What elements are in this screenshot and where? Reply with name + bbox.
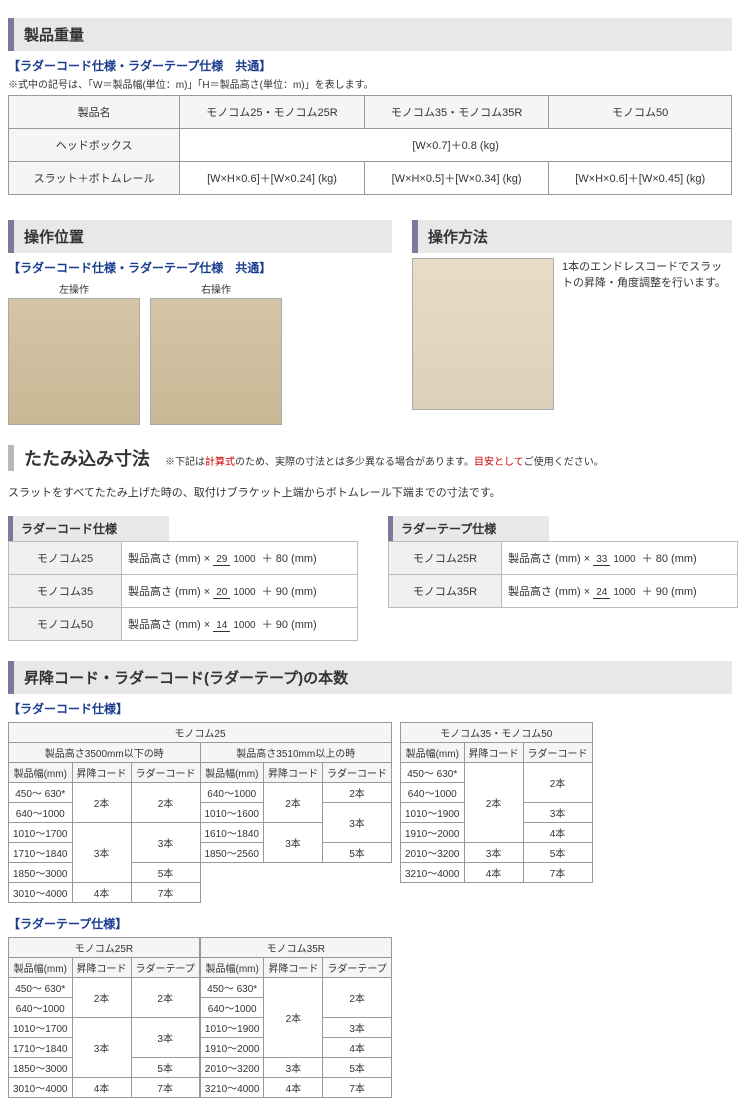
th: モノコム50 <box>549 96 732 129</box>
m35-50-table: モノコム35・モノコム50 製品幅(mm)昇降コードラダーコード 450～ 63… <box>400 722 593 883</box>
row-label: スラット＋ボトムレール <box>9 162 180 195</box>
formula-name: モノコム35 <box>9 575 122 608</box>
formula-cell: 製品高さ (mm) × 141000 ＋ 90 (mm) <box>122 608 358 641</box>
fold-desc: スラットをすべてたたみ上げた時の、取付けブラケット上端からボトムレール下端までの… <box>8 484 732 500</box>
m25-table: モノコム25 製品高さ3500mm以下の時 製品高さ3510mm以上の時 製品幅… <box>8 722 392 903</box>
fold-subtitle: ※下記は計算式のため、実際の寸法とは多少異なる場合があります。目安としてご使用く… <box>165 457 604 468</box>
th: モノコム25・モノコム25R <box>180 96 365 129</box>
formula-cell: 製品高さ (mm) × 241000 ＋ 90 (mm) <box>502 575 738 608</box>
count-cord-sub: 【ラダーコード仕様】 <box>8 700 732 717</box>
formula-name: モノコム35R <box>389 575 502 608</box>
blind-image-left <box>8 298 140 425</box>
op-method-desc: 1本のエンドレスコードでスラットの昇降・角度調整を行います。 <box>562 258 732 410</box>
section-fold-title: たたみ込み寸法 ※下記は計算式のため、実際の寸法とは多少異なる場合があります。目… <box>8 445 604 471</box>
cell: [W×0.7]＋0.8 (kg) <box>180 129 732 162</box>
formula-name: モノコム25R <box>389 542 502 575</box>
op-pos-sub: 【ラダーコード仕様・ラダーテープ仕様 共通】 <box>8 259 392 276</box>
count-tape-sub: 【ラダーテープ仕様】 <box>8 915 732 932</box>
section-op-pos-title: 操作位置 <box>8 220 392 253</box>
cell: [W×H×0.5]＋[W×0.34] (kg) <box>364 162 549 195</box>
cell: [W×H×0.6]＋[W×0.24] (kg) <box>180 162 365 195</box>
weight-table: 製品名 モノコム25・モノコム25R モノコム35・モノコム35R モノコム50… <box>8 95 732 195</box>
m35r-table: モノコム35R 製品幅(mm)昇降コードラダーテープ 450～ 630*2本2本… <box>200 937 392 1098</box>
right-op-label: 右操作 <box>150 281 282 296</box>
tape-formula-table: モノコム25R製品高さ (mm) × 331000 ＋ 80 (mm)モノコム3… <box>388 541 738 608</box>
left-op-label: 左操作 <box>8 281 140 296</box>
section-weight-title: 製品重量 <box>8 18 732 51</box>
m25r-table: モノコム25R 製品幅(mm)昇降コードラダーテープ 450～ 630*2本2本… <box>8 937 200 1098</box>
weight-note: ※式中の記号は、「W＝製品幅(単位：m)」「H＝製品高さ(単位：m)」を表します… <box>8 76 732 91</box>
formula-cell: 製品高さ (mm) × 291000 ＋ 80 (mm) <box>122 542 358 575</box>
blind-image-method <box>412 258 554 410</box>
formula-name: モノコム25 <box>9 542 122 575</box>
cell: [W×H×0.6]＋[W×0.45] (kg) <box>549 162 732 195</box>
cord-formula-table: モノコム25製品高さ (mm) × 291000 ＋ 80 (mm)モノコム35… <box>8 541 358 641</box>
formula-cell: 製品高さ (mm) × 201000 ＋ 90 (mm) <box>122 575 358 608</box>
row-label: ヘッドボックス <box>9 129 180 162</box>
formula-cell: 製品高さ (mm) × 331000 ＋ 80 (mm) <box>502 542 738 575</box>
section-count-title: 昇降コード・ラダーコード(ラダーテープ)の本数 <box>8 661 732 694</box>
section-op-method-title: 操作方法 <box>412 220 732 253</box>
th: モノコム35・モノコム35R <box>364 96 549 129</box>
weight-subheader: 【ラダーコード仕様・ラダーテープ仕様 共通】 <box>8 57 732 74</box>
blind-image-right <box>150 298 282 425</box>
th: 製品名 <box>9 96 180 129</box>
formula-name: モノコム50 <box>9 608 122 641</box>
ladder-cord-title: ラダーコード仕様 <box>8 516 169 541</box>
ladder-tape-title: ラダーテープ仕様 <box>388 516 549 541</box>
